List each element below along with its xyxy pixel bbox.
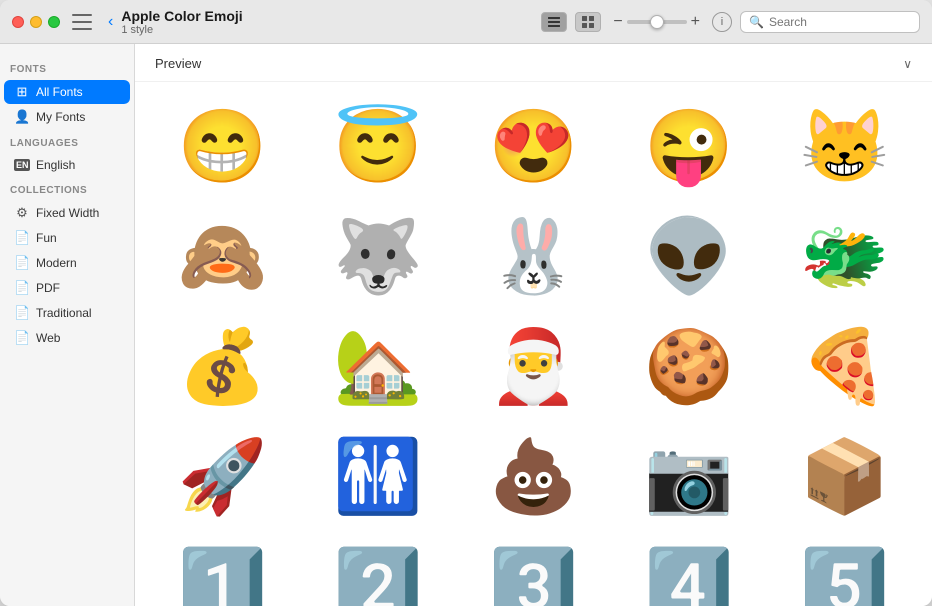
info-button[interactable]: i [712,12,732,32]
emoji-cell[interactable]: 💰 [145,312,300,422]
emoji-grid: 😁😇😍😜😸 🙈🐺🐰👽🐲 💰🏡🎅🍪🍕 🚀🚻💩📷📦 1️⃣2️⃣3️⃣4️⃣5️⃣ [135,82,932,606]
emoji-cell[interactable]: 🐰 [456,202,611,312]
emoji-cell[interactable]: 🚀 [145,422,300,532]
traffic-lights [12,16,60,28]
maximize-button[interactable] [48,16,60,28]
sidebar-item-traditional-label: Traditional [36,306,92,320]
collections-section-label: Collections [0,177,134,200]
titlebar: ‹ Apple Color Emoji 1 style [0,0,932,44]
all-fonts-icon: ⊞ [14,84,30,100]
pdf-icon: 📄 [14,280,30,296]
sidebar-item-all-fonts[interactable]: ⊞ All Fonts [4,80,130,104]
font-style-count-label: 1 style [121,24,541,36]
emoji-cell[interactable]: 5️⃣ [767,532,922,606]
content-area: Preview ∨ 😁😇😍😜😸 🙈🐺🐰👽🐲 💰🏡🎅🍪🍕 🚀🚻💩📷📦 1️⃣2️⃣3️⃣4… [135,44,932,606]
emoji-cell[interactable]: 4️⃣ [611,532,766,606]
traditional-icon: 📄 [14,305,30,321]
sidebar-item-web[interactable]: 📄 Web [4,326,130,350]
search-input[interactable] [769,15,911,29]
size-increase-button[interactable]: + [691,14,700,30]
emoji-cell[interactable]: 👽 [611,202,766,312]
emoji-cell[interactable]: 1️⃣ [145,532,300,606]
emoji-cell[interactable]: 🙈 [145,202,300,312]
sidebar-item-english-label: English [36,158,75,172]
grid-view-button[interactable] [575,12,601,32]
size-decrease-button[interactable]: − [613,14,622,30]
emoji-cell[interactable]: 🏡 [300,312,455,422]
main-area: Fonts ⊞ All Fonts 👤 My Fonts Languages E… [0,44,932,606]
emoji-cell[interactable]: 🍕 [767,312,922,422]
minimize-button[interactable] [30,16,42,28]
fonts-section-label: Fonts [0,56,134,79]
sidebar-item-traditional[interactable]: 📄 Traditional [4,301,130,325]
english-icon: EN [14,159,30,171]
sidebar-item-modern[interactable]: 📄 Modern [4,251,130,275]
emoji-cell[interactable]: 📦 [767,422,922,532]
sidebar: Fonts ⊞ All Fonts 👤 My Fonts Languages E… [0,44,135,606]
sidebar-toggle-button[interactable] [72,14,92,30]
emoji-cell[interactable]: 📷 [611,422,766,532]
sidebar-item-my-fonts[interactable]: 👤 My Fonts [4,105,130,129]
emoji-cell[interactable]: 🚻 [300,422,455,532]
sidebar-item-modern-label: Modern [36,256,77,270]
sidebar-item-web-label: Web [36,331,60,345]
languages-section-label: Languages [0,130,134,153]
list-view-button[interactable] [541,12,567,32]
sidebar-item-english[interactable]: EN English [4,154,130,176]
size-slider[interactable] [627,20,687,24]
toolbar-controls: − + i 🔍 [541,11,920,33]
fixed-width-icon: ⚙ [14,205,30,221]
preview-chevron-icon[interactable]: ∨ [903,57,912,71]
sidebar-item-fun[interactable]: 📄 Fun [4,226,130,250]
font-title-area: Apple Color Emoji 1 style [121,8,541,36]
emoji-cell[interactable]: 🐲 [767,202,922,312]
emoji-cell[interactable]: 😇 [300,92,455,202]
emoji-cell[interactable]: 😁 [145,92,300,202]
app-window: ‹ Apple Color Emoji 1 style [0,0,932,606]
my-fonts-icon: 👤 [14,109,30,125]
sidebar-item-pdf[interactable]: 📄 PDF [4,276,130,300]
emoji-cell[interactable]: 🍪 [611,312,766,422]
web-icon: 📄 [14,330,30,346]
emoji-cell[interactable]: 3️⃣ [456,532,611,606]
emoji-cell[interactable]: 💩 [456,422,611,532]
search-icon: 🔍 [749,15,764,29]
preview-label: Preview [155,56,201,71]
font-name-label: Apple Color Emoji [121,8,541,24]
preview-header: Preview ∨ [135,44,932,82]
back-button[interactable]: ‹ [108,13,113,31]
sidebar-item-fixed-width-label: Fixed Width [36,206,99,220]
emoji-cell[interactable]: 2️⃣ [300,532,455,606]
search-bar[interactable]: 🔍 [740,11,920,33]
sidebar-item-fixed-width[interactable]: ⚙ Fixed Width [4,201,130,225]
emoji-cell[interactable]: 😍 [456,92,611,202]
sidebar-item-pdf-label: PDF [36,281,60,295]
fun-icon: 📄 [14,230,30,246]
size-slider-thumb[interactable] [650,15,664,29]
sidebar-item-my-fonts-label: My Fonts [36,110,85,124]
size-control: − + [613,14,700,30]
emoji-cell[interactable]: 🎅 [456,312,611,422]
emoji-cell[interactable]: 😜 [611,92,766,202]
modern-icon: 📄 [14,255,30,271]
close-button[interactable] [12,16,24,28]
emoji-cell[interactable]: 🐺 [300,202,455,312]
emoji-cell[interactable]: 😸 [767,92,922,202]
sidebar-item-all-fonts-label: All Fonts [36,85,83,99]
sidebar-item-fun-label: Fun [36,231,57,245]
